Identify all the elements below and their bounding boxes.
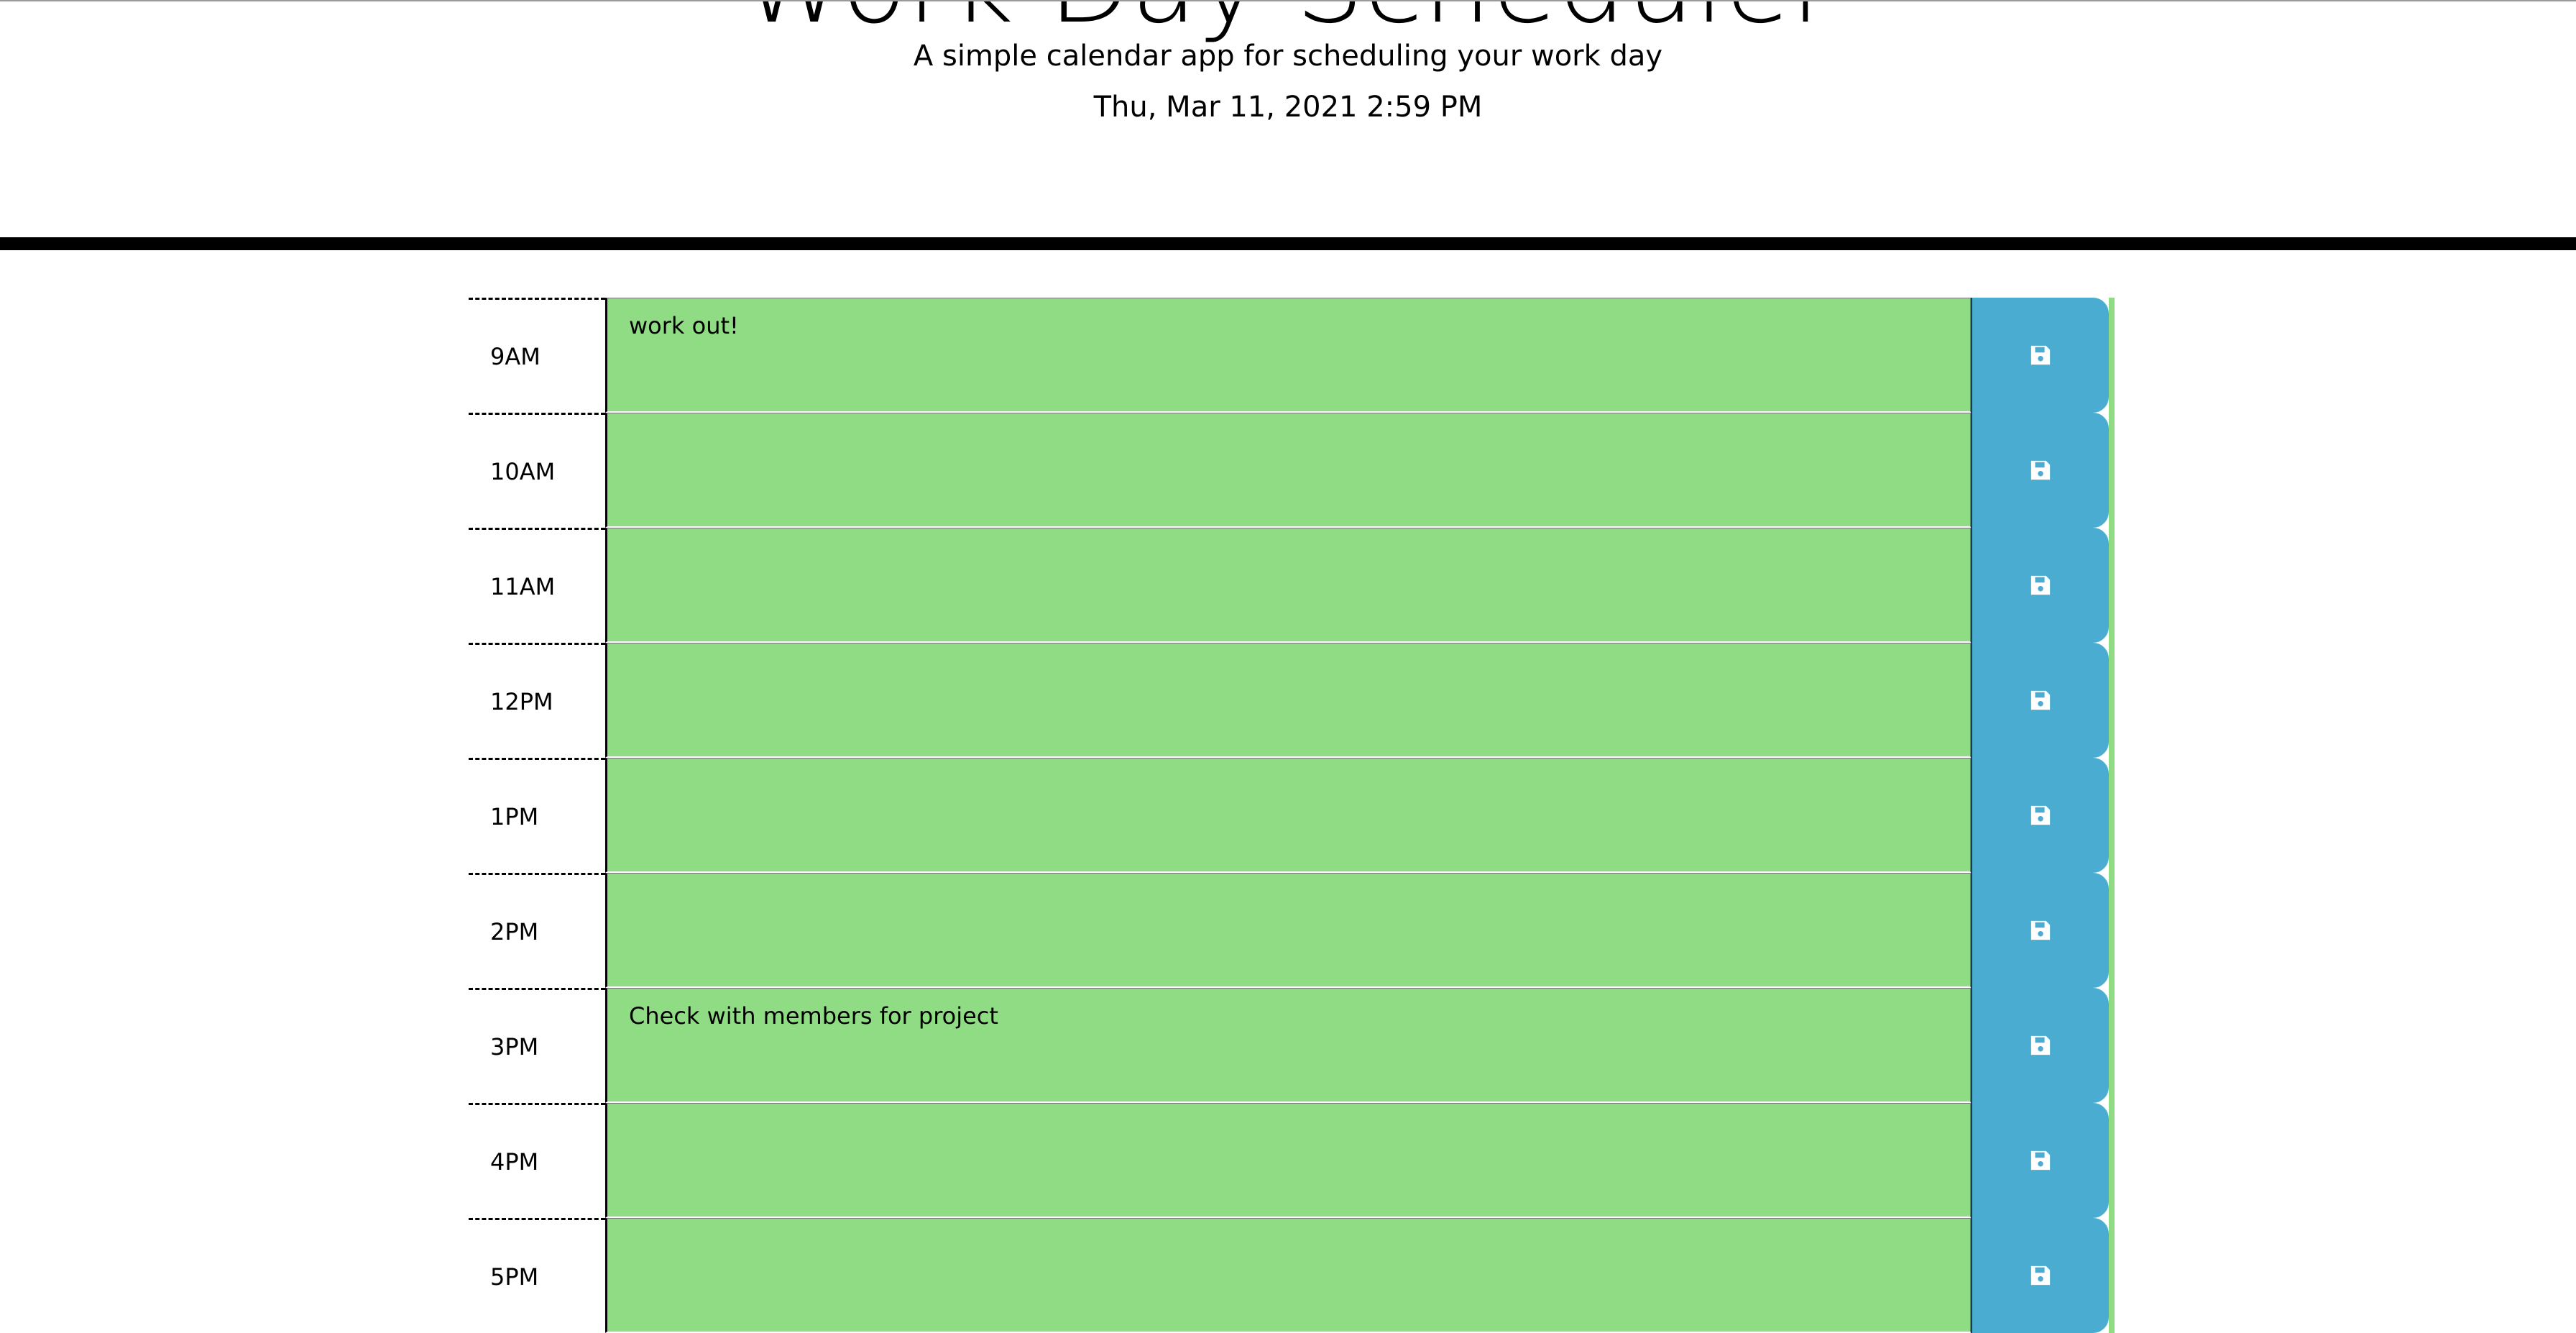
save-button[interactable] <box>1971 1218 2109 1333</box>
floppy-disk-icon <box>2030 1265 2051 1286</box>
block-edge <box>2109 1103 2115 1218</box>
block-edge <box>2109 528 2115 643</box>
current-day: Thu, Mar 11, 2021 2:59 PM <box>1093 91 1483 124</box>
block-edge <box>2109 873 2115 988</box>
event-description-input[interactable] <box>605 1103 1971 1218</box>
page-subtitle: A simple calendar app for scheduling you… <box>913 40 1663 73</box>
hour-label: 4PM <box>469 1103 605 1218</box>
hour-label: 1PM <box>469 758 605 873</box>
block-edge <box>2109 758 2115 873</box>
block-edge <box>2109 298 2115 413</box>
floppy-disk-icon <box>2030 345 2051 365</box>
time-block-12pm: 12PM <box>469 643 2115 758</box>
event-description-input[interactable]: work out! <box>605 298 1971 413</box>
block-edge <box>2109 643 2115 758</box>
event-description-input[interactable] <box>605 1218 1971 1333</box>
save-button[interactable] <box>1971 873 2109 988</box>
floppy-disk-icon <box>2030 1035 2051 1055</box>
floppy-disk-icon <box>2030 805 2051 825</box>
time-block-5pm: 5PM <box>469 1218 2115 1333</box>
header-divider <box>0 237 2576 250</box>
event-description-input[interactable] <box>605 413 1971 528</box>
hour-label: 3PM <box>469 988 605 1103</box>
save-button[interactable] <box>1971 1103 2109 1218</box>
event-description-input[interactable] <box>605 873 1971 988</box>
floppy-disk-icon <box>2030 460 2051 480</box>
floppy-disk-icon <box>2030 920 2051 940</box>
hour-label: 9AM <box>469 298 605 413</box>
floppy-disk-icon <box>2030 575 2051 595</box>
hour-label: 5PM <box>469 1218 605 1333</box>
event-description-input[interactable] <box>605 758 1971 873</box>
page-title: Work Day Scheduler <box>0 1 2576 39</box>
time-block-4pm: 4PM <box>469 1103 2115 1218</box>
schedule-container: 9AM work out! 10AM 11AM 12PM 1PM 2PM 3PM… <box>469 298 2115 1333</box>
save-button[interactable] <box>1971 413 2109 528</box>
time-block-1pm: 1PM <box>469 758 2115 873</box>
event-description-input[interactable]: Check with members for project <box>605 988 1971 1103</box>
header-jumbotron: Work Day Scheduler A simple calendar app… <box>0 0 2576 237</box>
time-block-3pm: 3PM Check with members for project <box>469 988 2115 1103</box>
floppy-disk-icon <box>2030 690 2051 710</box>
hour-label: 12PM <box>469 643 605 758</box>
save-button[interactable] <box>1971 298 2109 413</box>
hour-label: 11AM <box>469 528 605 643</box>
time-block-11am: 11AM <box>469 528 2115 643</box>
event-description-input[interactable] <box>605 528 1971 643</box>
hour-label: 10AM <box>469 413 605 528</box>
save-button[interactable] <box>1971 988 2109 1103</box>
time-block-10am: 10AM <box>469 413 2115 528</box>
block-edge <box>2109 1218 2115 1333</box>
floppy-disk-icon <box>2030 1150 2051 1171</box>
save-button[interactable] <box>1971 528 2109 643</box>
block-edge <box>2109 413 2115 528</box>
time-block-9am: 9AM work out! <box>469 298 2115 413</box>
time-block-2pm: 2PM <box>469 873 2115 988</box>
event-description-input[interactable] <box>605 643 1971 758</box>
save-button[interactable] <box>1971 758 2109 873</box>
block-edge <box>2109 988 2115 1103</box>
save-button[interactable] <box>1971 643 2109 758</box>
hour-label: 2PM <box>469 873 605 988</box>
